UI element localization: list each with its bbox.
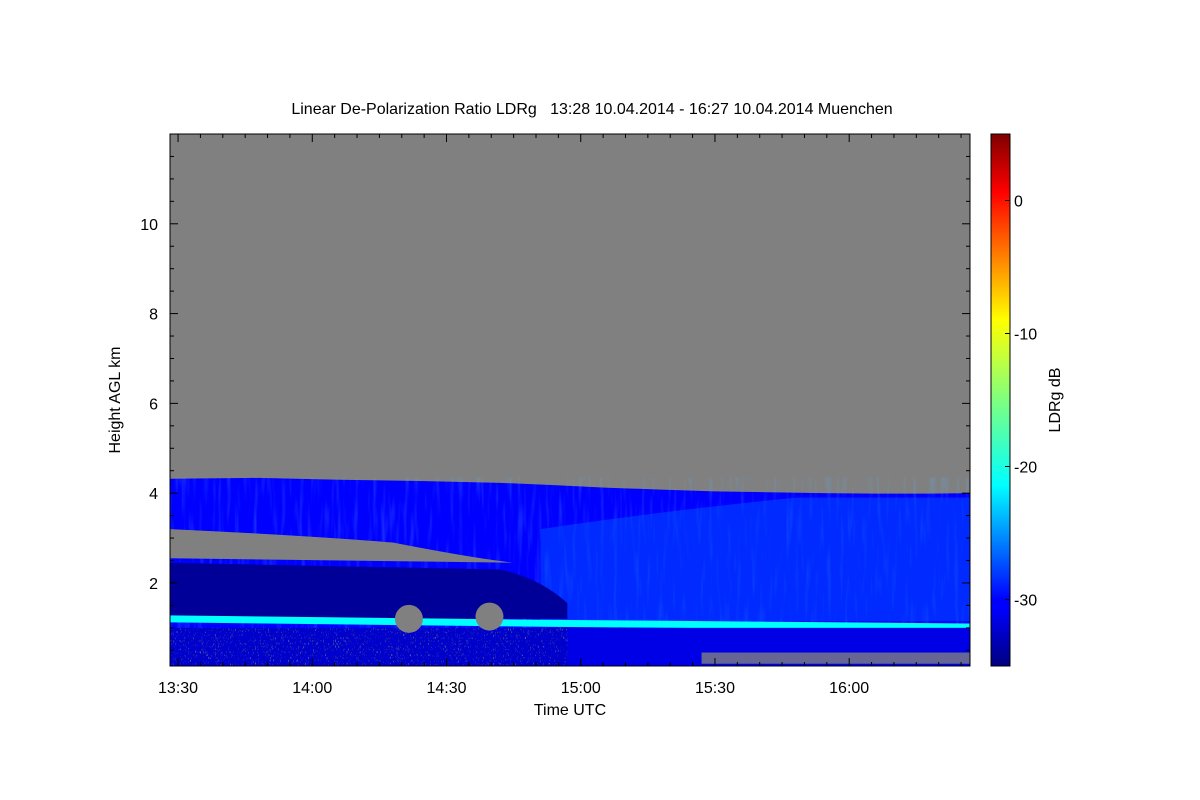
x-tick-label: 13:30 — [158, 680, 198, 697]
colorbar: 0 -10 -20 -30 LDRg dB — [990, 133, 1064, 667]
surface-gap — [701, 652, 970, 664]
colorbar-gradient — [990, 133, 1011, 667]
y-tick-label: 8 — [149, 307, 158, 324]
y-tick-label: 2 — [149, 576, 158, 593]
plot-area — [170, 134, 970, 666]
ldr-chart: Linear De-Polarization Ratio LDRg 13:28 … — [107, 101, 1064, 719]
colorbar-tick-label: -10 — [1014, 327, 1037, 344]
colorbar-label: LDRg dB — [1047, 368, 1064, 433]
colorbar-tick-label: 0 — [1014, 194, 1023, 211]
colorbar-tick-label: -30 — [1014, 593, 1037, 610]
y-axis-label: Height AGL km — [107, 346, 124, 453]
x-tick-label: 14:00 — [292, 680, 332, 697]
y-tick-label: 6 — [149, 396, 158, 413]
no-signal-bump — [475, 602, 504, 631]
y-tick-label: 10 — [140, 217, 158, 234]
heatmap-layers — [170, 477, 970, 666]
chart-title: Linear De-Polarization Ratio LDRg 13:28 … — [291, 101, 892, 118]
x-tick-label: 16:00 — [829, 680, 869, 697]
x-axis-label: Time UTC — [534, 702, 606, 719]
x-tick-label: 15:00 — [561, 680, 601, 697]
x-tick-label: 15:30 — [695, 680, 735, 697]
colorbar-tick-label: -20 — [1014, 460, 1037, 477]
y-tick-label: 4 — [149, 486, 158, 503]
x-tick-label: 14:30 — [426, 680, 466, 697]
surface-layer-speckle — [170, 627, 568, 666]
no-signal-bump — [394, 604, 423, 633]
